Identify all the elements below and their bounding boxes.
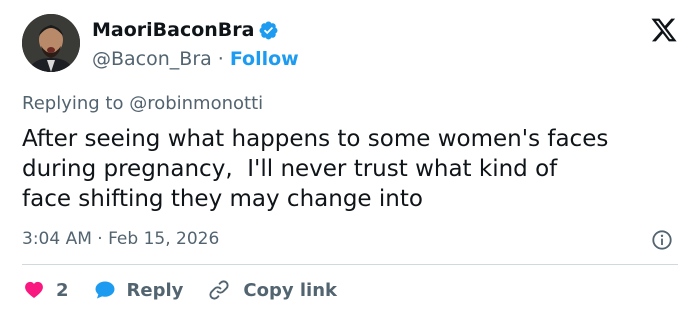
link-icon — [209, 280, 229, 300]
x-logo-icon[interactable] — [650, 16, 678, 44]
reply-button[interactable]: Reply — [93, 278, 184, 302]
tweet-text: After seeing what happens to some women'… — [22, 126, 609, 212]
action-bar: 2 Reply Copy link — [22, 275, 361, 305]
follow-button[interactable]: Follow — [230, 48, 299, 70]
author-handle-row: @Bacon_Bra · Follow — [92, 48, 299, 70]
author-name-row: MaoriBaconBra — [92, 19, 279, 41]
reply-mention-link[interactable]: @robinmonotti — [129, 93, 263, 114]
avatar[interactable] — [22, 14, 80, 72]
speech-bubble-icon — [95, 281, 115, 299]
reply-context: Replying to @robinmonotti — [22, 93, 263, 114]
reply-label: Reply — [126, 279, 184, 301]
divider — [22, 264, 678, 265]
like-count: 2 — [56, 279, 69, 301]
author-display-name[interactable]: MaoriBaconBra — [92, 19, 254, 41]
copy-link-label: Copy link — [243, 279, 337, 301]
heart-icon — [25, 281, 43, 298]
separator-dot: · — [217, 48, 224, 70]
avatar-image — [22, 14, 80, 72]
author-handle[interactable]: @Bacon_Bra — [92, 48, 212, 70]
reply-context-prefix: Replying to — [22, 93, 130, 114]
tweet-timestamp[interactable]: 3:04 AM · Feb 15, 2026 — [22, 229, 219, 249]
info-icon[interactable] — [651, 229, 673, 251]
copy-link-button[interactable]: Copy link — [207, 278, 337, 302]
like-button[interactable]: 2 — [22, 278, 69, 302]
verified-badge-icon — [260, 21, 278, 39]
